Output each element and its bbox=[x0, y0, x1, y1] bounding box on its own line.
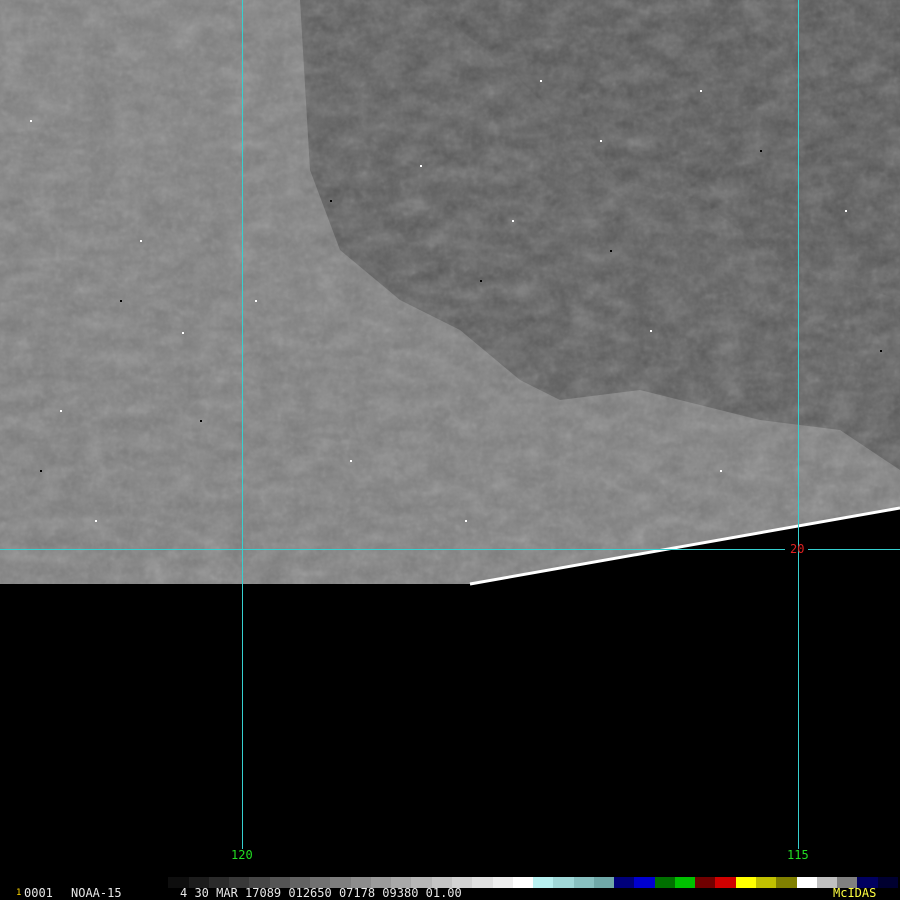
color-swatch bbox=[634, 877, 655, 888]
software-label: McIDAS bbox=[833, 886, 877, 900]
color-swatch bbox=[573, 877, 594, 888]
color-swatch bbox=[715, 877, 736, 888]
longitude-label-115: 115 bbox=[787, 848, 809, 862]
color-swatch bbox=[674, 877, 696, 888]
color-swatch bbox=[593, 877, 615, 888]
satellite-name: NOAA-15 bbox=[71, 886, 122, 900]
frame-id: 0001 bbox=[24, 886, 53, 900]
color-swatch bbox=[148, 877, 169, 888]
satellite-image-viewer: 120 115 20 1 0001 NOAA-15 4 30 MAR 17089… bbox=[0, 0, 900, 900]
color-swatch bbox=[492, 877, 513, 888]
color-swatch bbox=[755, 877, 777, 888]
latitude-label-20: 20 bbox=[790, 542, 805, 556]
image-data-region bbox=[0, 0, 900, 584]
color-swatch bbox=[796, 877, 817, 888]
image-info: 4 30 MAR 17089 012650 07178 09380 01.00 bbox=[180, 886, 462, 900]
longitude-label-120: 120 bbox=[231, 848, 253, 862]
color-swatch bbox=[654, 877, 675, 888]
frame-number: 1 bbox=[16, 888, 22, 898]
color-swatch bbox=[776, 877, 797, 888]
color-swatch bbox=[877, 877, 898, 888]
color-swatch bbox=[533, 877, 554, 888]
status-bar: 1 0001 NOAA-15 4 30 MAR 17089 012650 071… bbox=[0, 876, 900, 900]
color-swatch bbox=[614, 877, 635, 888]
color-swatch bbox=[512, 877, 534, 888]
color-swatch bbox=[472, 877, 493, 888]
color-swatch bbox=[553, 877, 574, 888]
satellite-image bbox=[0, 0, 900, 849]
color-swatch bbox=[695, 877, 716, 888]
color-swatch bbox=[735, 877, 756, 888]
